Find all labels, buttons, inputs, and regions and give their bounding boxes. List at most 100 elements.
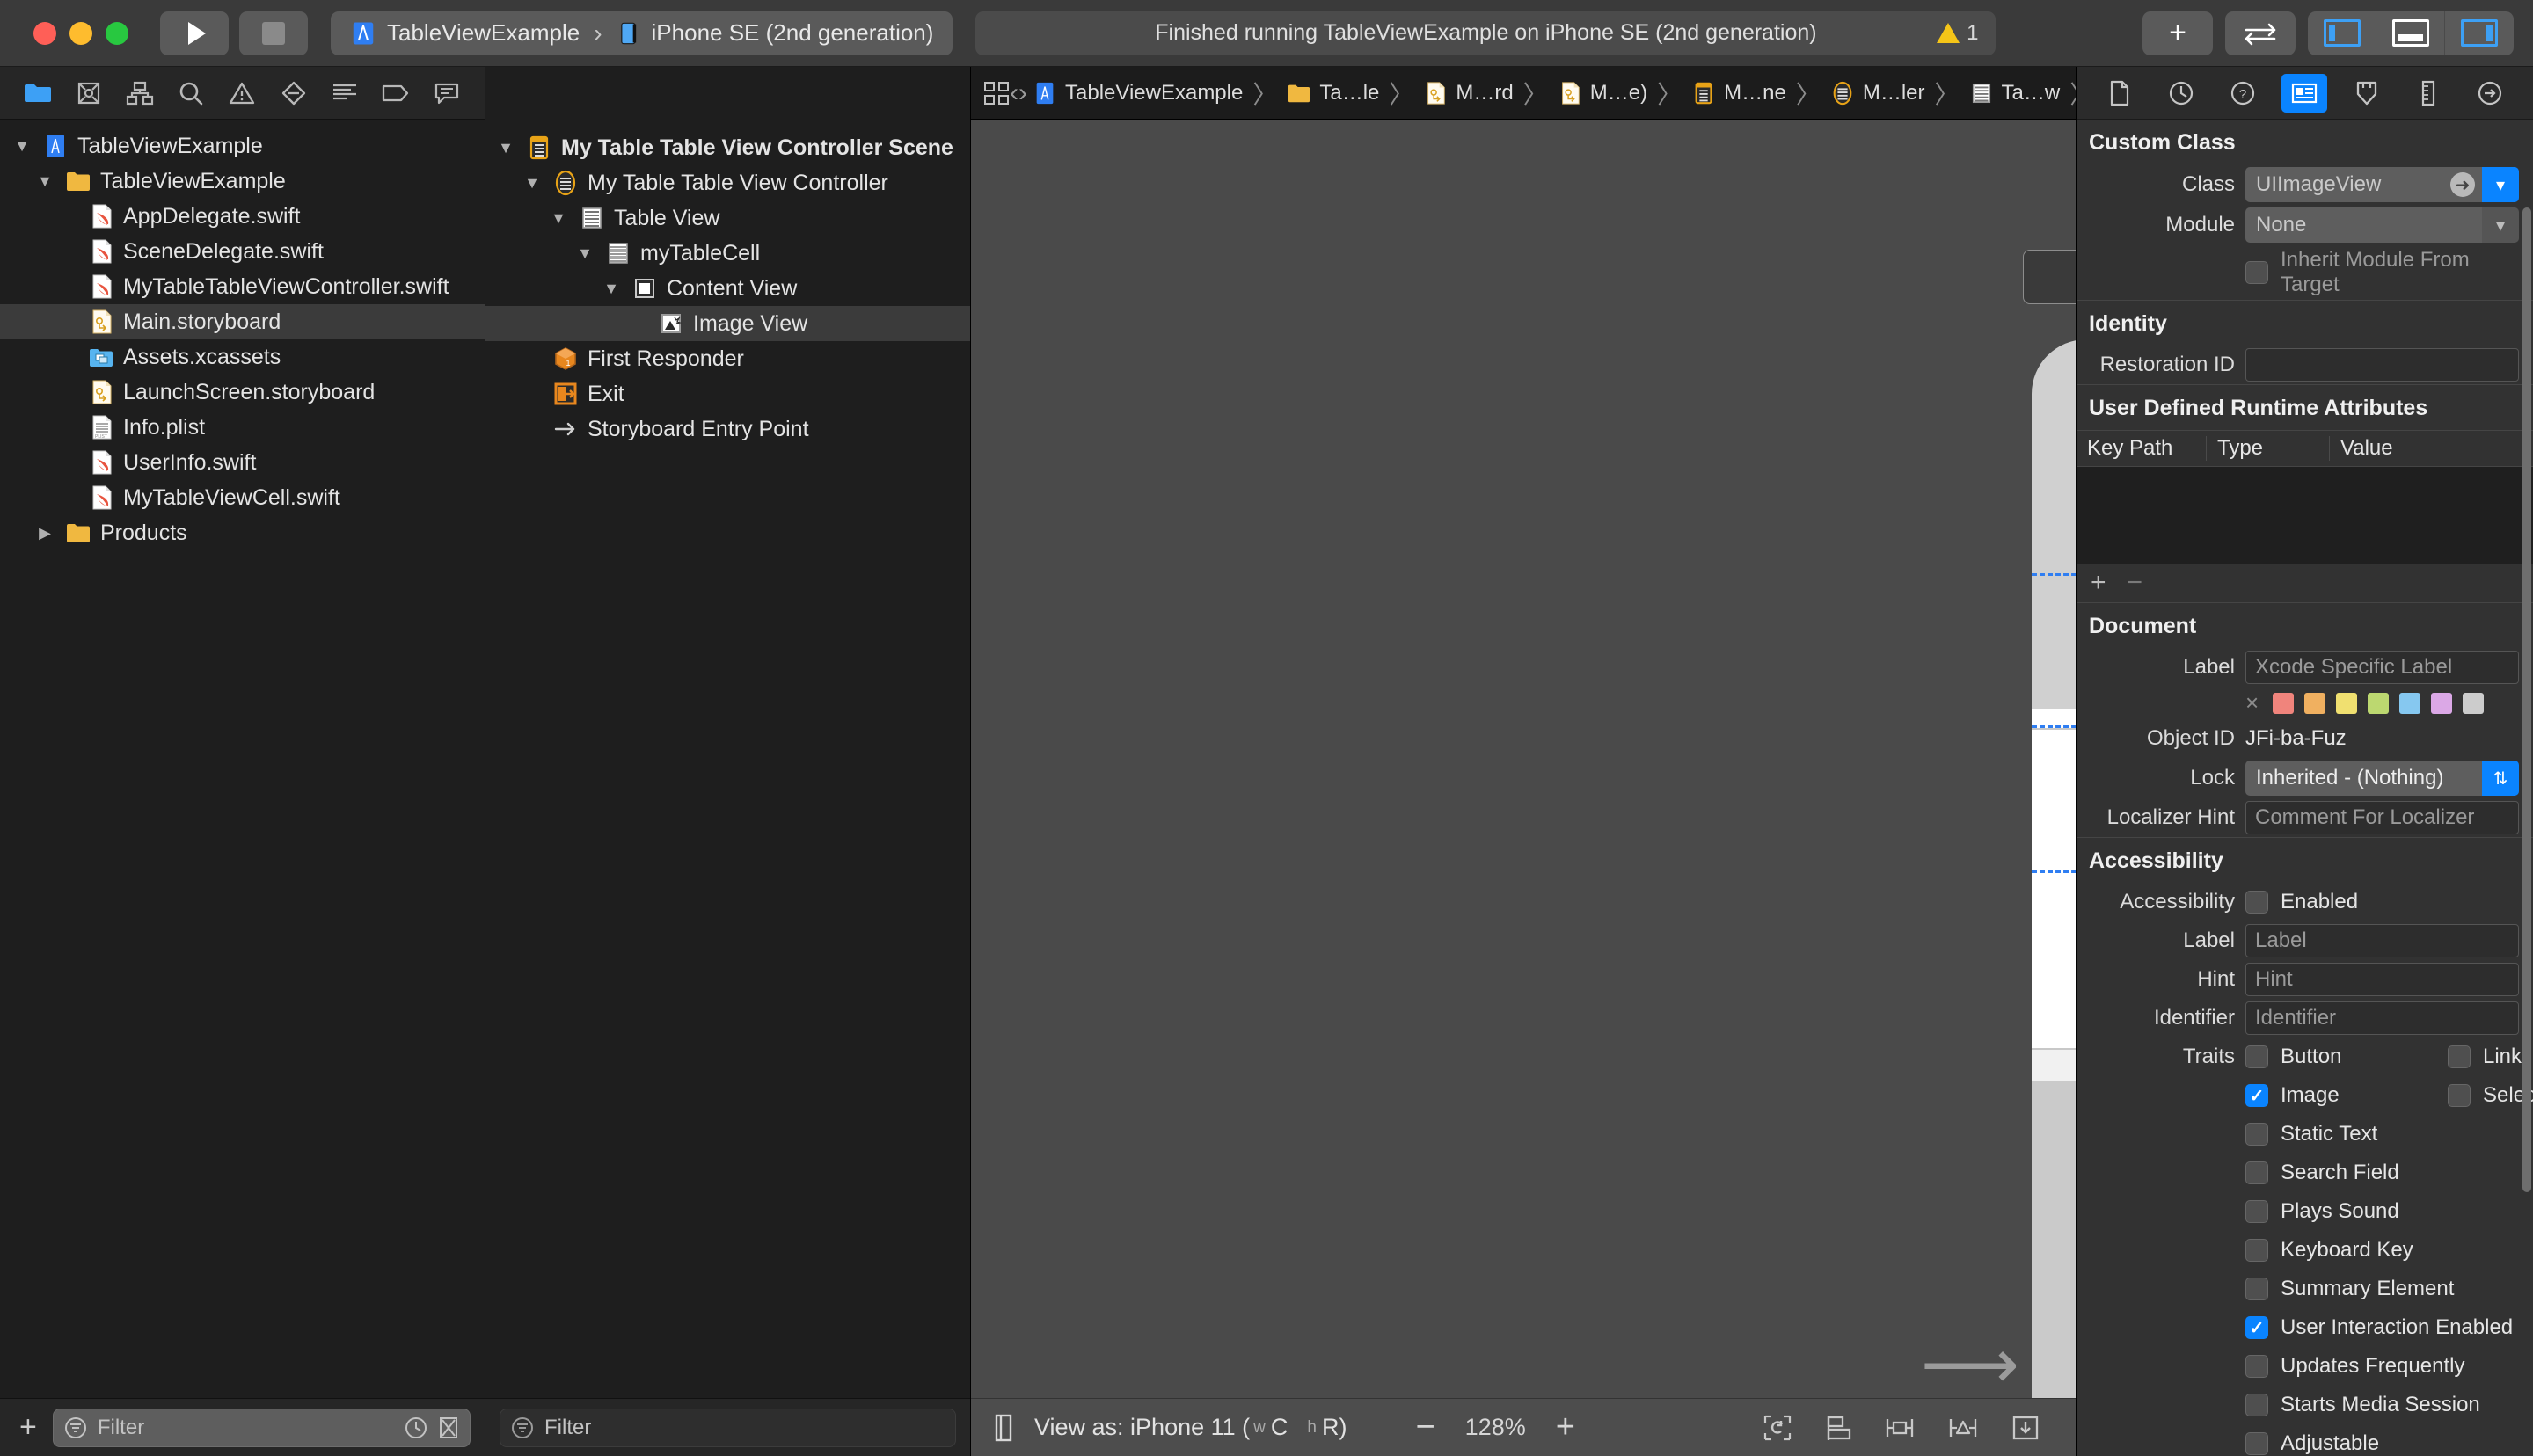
project-file-row[interactable]: ▶PLISTInfo.plist bbox=[0, 410, 485, 445]
lock-value[interactable]: Inherited - (Nothing) bbox=[2245, 761, 2482, 796]
project-file-row[interactable]: ▶SceneDelegate.swift bbox=[0, 234, 485, 269]
document-label-input[interactable]: Xcode Specific Label bbox=[2245, 651, 2519, 684]
clear-color-button[interactable]: × bbox=[2245, 689, 2259, 717]
toggle-debug-area-button[interactable] bbox=[2376, 11, 2445, 55]
go-back-button[interactable]: ‹ bbox=[1010, 78, 1018, 108]
trait-checkbox[interactable] bbox=[2245, 1123, 2268, 1146]
prototype-cell[interactable] bbox=[2032, 730, 2076, 1048]
trait-checkbox[interactable] bbox=[2245, 1394, 2268, 1416]
debug-navigator-tab[interactable] bbox=[319, 67, 370, 120]
module-dropdown-button[interactable]: ▾ bbox=[2482, 207, 2519, 243]
trait-item[interactable]: Summary Element bbox=[2245, 1277, 2454, 1301]
toggle-inspector-button[interactable] bbox=[2445, 11, 2514, 55]
outline-row[interactable]: ▼ myTableCell bbox=[485, 236, 970, 271]
navigator-filter-input[interactable]: Filter bbox=[52, 1408, 471, 1447]
project-file-row[interactable]: ▼ TableViewExample bbox=[0, 128, 485, 164]
identity-inspector-tab[interactable] bbox=[2281, 73, 2328, 113]
module-combo[interactable]: None ▾ bbox=[2245, 207, 2519, 243]
connections-inspector-tab[interactable] bbox=[2467, 74, 2513, 113]
accessibility-label-input[interactable]: Label bbox=[2245, 924, 2519, 957]
outline-row[interactable]: ▼ My Table Table View Controller Scene bbox=[485, 130, 970, 165]
trait-checkbox[interactable] bbox=[2245, 1200, 2268, 1223]
project-file-row[interactable]: ▼ TableViewExample bbox=[0, 164, 485, 199]
trait-checkbox[interactable] bbox=[2245, 1432, 2268, 1455]
trait-item[interactable]: Starts Media Session bbox=[2245, 1393, 2480, 1417]
trait-item[interactable]: ✓ Image bbox=[2245, 1083, 2448, 1108]
class-combo[interactable]: UIImageView ➜ ▾ bbox=[2245, 167, 2519, 202]
project-file-row[interactable]: ▶UserInfo.swift bbox=[0, 445, 485, 480]
run-button[interactable] bbox=[160, 11, 229, 55]
project-file-row[interactable]: ▶AppDelegate.swift bbox=[0, 199, 485, 234]
disclosure-open-icon[interactable]: ▼ bbox=[573, 244, 596, 263]
device-icon[interactable] bbox=[990, 1413, 1017, 1443]
trait-checkbox[interactable] bbox=[2448, 1045, 2471, 1068]
update-frames-icon[interactable] bbox=[1763, 1414, 1792, 1442]
trait-item[interactable]: Updates Frequently bbox=[2245, 1354, 2464, 1379]
jump-bar[interactable]: ‹ › TableViewExample 〉 Ta…le 〉 M…rd 〉 M…e) 〉 M…n… bbox=[971, 67, 2076, 120]
project-file-row[interactable]: ▶Main.storyboard bbox=[0, 304, 485, 339]
trait-checkbox[interactable]: ✓ bbox=[2245, 1084, 2268, 1107]
scheme-selector[interactable]: TableViewExample › iPhone SE (2nd genera… bbox=[331, 11, 953, 55]
label-color-swatch[interactable] bbox=[2431, 692, 2453, 714]
pin-icon[interactable] bbox=[1884, 1415, 1916, 1441]
project-file-row[interactable]: ▶LaunchScreen.storyboard bbox=[0, 375, 485, 410]
trait-item[interactable]: Button bbox=[2245, 1045, 2448, 1069]
class-dropdown-button[interactable]: ▾ bbox=[2482, 167, 2519, 202]
lock-stepper-button[interactable]: ⇅ bbox=[2482, 761, 2519, 796]
source-control-navigator-tab[interactable] bbox=[63, 67, 114, 120]
go-forward-button[interactable]: › bbox=[1018, 78, 1027, 108]
trait-checkbox[interactable] bbox=[2245, 1278, 2268, 1300]
disclosure-open-icon[interactable]: ▼ bbox=[11, 137, 33, 156]
project-file-row[interactable]: ▶MyTableTableViewController.swift bbox=[0, 269, 485, 304]
breadcrumb-item[interactable]: M…rd bbox=[1418, 81, 1518, 106]
restoration-id-input[interactable] bbox=[2245, 348, 2519, 382]
accessibility-identifier-input[interactable]: Identifier bbox=[2245, 1001, 2519, 1035]
class-value[interactable]: UIImageView ➜ bbox=[2245, 167, 2482, 202]
toggle-navigator-button[interactable] bbox=[2308, 11, 2376, 55]
interface-builder-canvas[interactable]: 01 9:41 PROTOTYPE CELLS bbox=[971, 120, 2076, 1398]
breadcrumb-item[interactable]: M…ne bbox=[1686, 81, 1792, 106]
outline-row[interactable]: ▼ My Table Table View Controller bbox=[485, 165, 970, 200]
inspector-scrollbar[interactable] bbox=[2522, 207, 2531, 1192]
assistant-editor-button[interactable] bbox=[2225, 11, 2296, 55]
breadcrumb-item[interactable]: M…ler bbox=[1825, 81, 1931, 106]
udra-remove-button[interactable]: − bbox=[2128, 568, 2143, 598]
stop-button[interactable] bbox=[239, 11, 308, 55]
label-color-swatches[interactable]: × bbox=[2245, 689, 2519, 717]
source-control-filter-icon[interactable] bbox=[438, 1416, 459, 1439]
trait-checkbox[interactable] bbox=[2245, 1045, 2268, 1068]
document-outline-tree[interactable]: ▼ My Table Table View Controller Scene ▼ My… bbox=[485, 120, 970, 1398]
disclosure-open-icon[interactable]: ▼ bbox=[547, 209, 570, 228]
accessibility-enabled-checkbox[interactable] bbox=[2245, 891, 2268, 914]
scene-dock[interactable]: 01 bbox=[2023, 250, 2076, 304]
breadcrumb-item[interactable]: Ta…le bbox=[1281, 81, 1384, 106]
test-navigator-tab[interactable] bbox=[268, 67, 319, 120]
jump-to-definition-icon[interactable]: ➜ bbox=[2450, 172, 2475, 197]
trait-checkbox[interactable] bbox=[2245, 1161, 2268, 1184]
zoom-in-button[interactable]: + bbox=[1556, 1409, 1575, 1446]
inherit-module-checkbox[interactable] bbox=[2245, 261, 2268, 284]
trait-item[interactable]: Link bbox=[2448, 1045, 2533, 1069]
add-button[interactable]: + bbox=[2142, 11, 2213, 55]
related-items-icon[interactable] bbox=[983, 81, 1010, 106]
disclosure-open-icon[interactable]: ▼ bbox=[33, 172, 56, 191]
disclosure-closed-icon[interactable]: ▶ bbox=[33, 524, 56, 542]
add-constraints-icon[interactable] bbox=[1947, 1415, 1979, 1441]
view-as-label[interactable]: View as: iPhone 11 ( bbox=[1034, 1414, 1250, 1441]
trait-checkbox[interactable] bbox=[2245, 1239, 2268, 1262]
label-color-swatch[interactable] bbox=[2463, 692, 2485, 714]
add-file-button[interactable]: + bbox=[14, 1410, 42, 1445]
disclosure-open-icon[interactable]: ▼ bbox=[600, 280, 623, 298]
trait-item[interactable]: ✓ User Interaction Enabled bbox=[2245, 1315, 2513, 1340]
activity-status-bar[interactable]: Finished running TableViewExample on iPh… bbox=[975, 11, 1996, 55]
issue-navigator-tab[interactable] bbox=[216, 67, 267, 120]
trait-item[interactable]: Static Text bbox=[2245, 1122, 2448, 1147]
zoom-window-button[interactable] bbox=[106, 21, 128, 45]
trait-checkbox[interactable]: ✓ bbox=[2245, 1316, 2268, 1339]
outline-row[interactable]: ▼ Table View bbox=[485, 200, 970, 236]
breadcrumb-item[interactable]: M…e) bbox=[1552, 81, 1653, 106]
recent-clock-icon[interactable] bbox=[405, 1416, 427, 1439]
localizer-hint-input[interactable]: Comment For Localizer bbox=[2245, 801, 2519, 834]
warning-indicator[interactable]: 1 bbox=[1937, 21, 1978, 46]
project-navigator-tab[interactable] bbox=[12, 67, 63, 120]
